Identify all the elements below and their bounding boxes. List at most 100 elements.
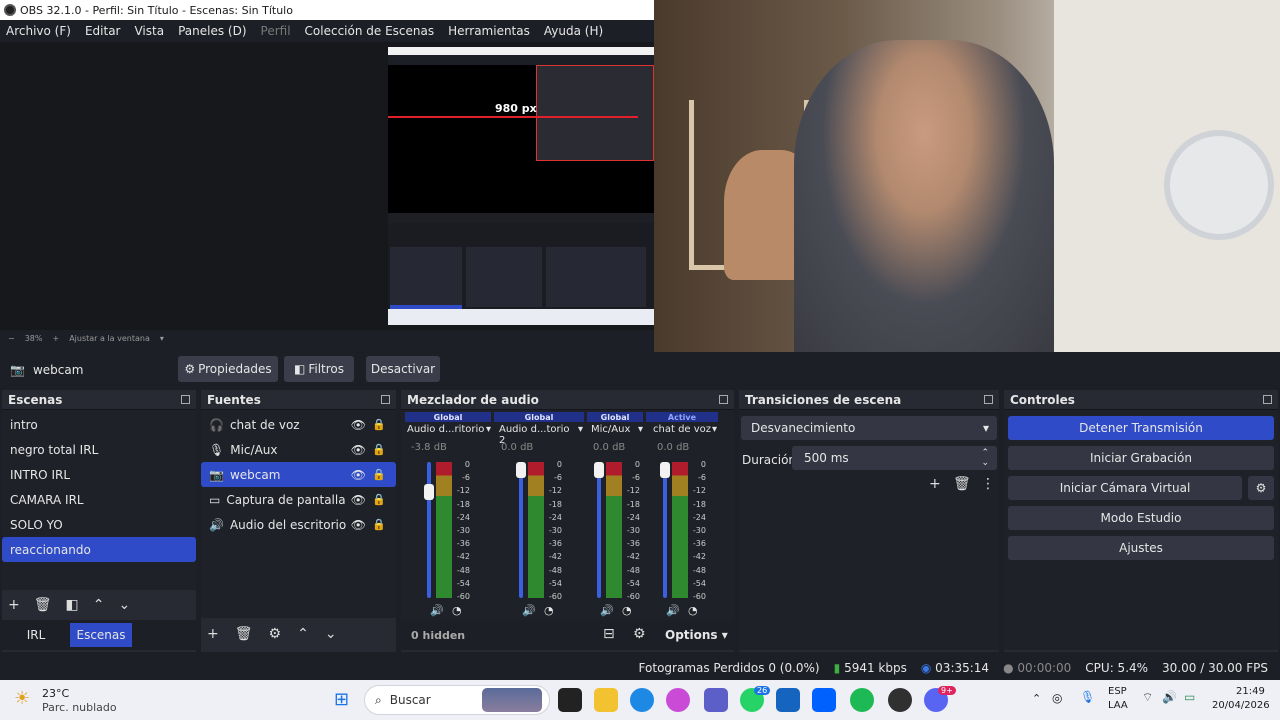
mute-icon[interactable]: 🔊 xyxy=(430,604,444,617)
spotify-icon[interactable] xyxy=(850,688,874,712)
clock-date[interactable]: 20/04/2026 xyxy=(1212,700,1270,711)
filters-button[interactable]: ◧ Filtros xyxy=(284,356,354,382)
menu-perfil[interactable]: Perfil xyxy=(261,24,291,38)
source-item[interactable]: 🎙 Mic/Aux 👁 🔒 xyxy=(201,437,396,462)
weather-temp[interactable]: 23°C xyxy=(42,687,69,700)
mute-icon[interactable]: 🔊 xyxy=(666,604,680,617)
fader-handle[interactable] xyxy=(516,462,526,478)
spin-arrows-icon[interactable]: ⌃ ⌄ xyxy=(981,448,989,468)
battery-icon[interactable]: ▭ xyxy=(1184,690,1195,704)
trash-icon[interactable]: 🗑 xyxy=(953,476,971,492)
volume-fader[interactable] xyxy=(519,462,523,598)
scene-item[interactable]: SOLO YO xyxy=(2,512,196,537)
add-icon[interactable]: + xyxy=(929,476,941,492)
zoom-out-button[interactable]: − xyxy=(8,334,15,343)
windows-start-icon[interactable]: ⊞ xyxy=(334,689,349,710)
settings-button[interactable]: Ajustes xyxy=(1008,536,1274,560)
fader-handle[interactable] xyxy=(424,484,434,500)
transition-select[interactable]: Desvanecimiento ▾ xyxy=(741,416,997,440)
gear-icon[interactable]: ⚙ xyxy=(1248,476,1274,500)
menu-ayuda[interactable]: Ayuda (H) xyxy=(544,24,603,38)
eye-icon[interactable]: 👁 xyxy=(351,468,366,482)
search-highlight-image[interactable] xyxy=(482,688,542,712)
eye-icon[interactable]: 👁 xyxy=(351,443,366,457)
advanced-audio-icon[interactable]: ⚙ xyxy=(633,626,646,642)
deactivate-button[interactable]: Desactivar xyxy=(366,356,440,382)
file-explorer-icon[interactable] xyxy=(594,688,618,712)
tab-escenas[interactable]: Escenas xyxy=(70,623,132,647)
eye-icon[interactable]: 👁 xyxy=(351,418,366,432)
language-layout[interactable]: LAA xyxy=(1108,700,1128,711)
eye-icon[interactable]: 👁 xyxy=(351,493,366,507)
zoom-fit-select[interactable]: Ajustar a la ventana xyxy=(69,334,150,343)
hidden-count[interactable]: 0 hidden xyxy=(411,629,465,642)
copilot-icon[interactable] xyxy=(666,688,690,712)
undock-icon[interactable] xyxy=(719,395,728,404)
lock-icon[interactable]: 🔒 xyxy=(372,468,386,481)
terminal-app-icon[interactable] xyxy=(558,688,582,712)
chevron-down-icon[interactable]: ⌄ xyxy=(325,626,337,642)
channel-name-select[interactable]: Mic/Aux ▾ xyxy=(591,424,643,435)
chevron-up-icon[interactable]: ⌃ xyxy=(297,626,309,642)
weather-desc[interactable]: Parc. nublado xyxy=(42,701,117,714)
dropbox-icon[interactable] xyxy=(812,688,836,712)
volume-fader[interactable] xyxy=(597,462,601,598)
undock-icon[interactable] xyxy=(381,395,390,404)
more-icon[interactable]: ⋮ xyxy=(981,476,995,492)
mic-icon[interactable]: 🎙 xyxy=(1080,690,1095,704)
add-icon[interactable]: + xyxy=(207,626,219,642)
volume-fader[interactable] xyxy=(427,462,431,598)
menu-archivo[interactable]: Archivo (F) xyxy=(6,24,71,38)
source-item[interactable]: 🎧 chat de voz 👁 🔒 xyxy=(201,412,396,437)
chevron-down-icon[interactable]: ⌄ xyxy=(118,597,130,613)
scene-item[interactable]: CAMARA IRL xyxy=(2,487,196,512)
menu-paneles[interactable]: Paneles (D) xyxy=(178,24,246,38)
lock-icon[interactable]: 🔒 xyxy=(372,418,386,431)
lock-icon[interactable]: 🔒 xyxy=(372,518,386,531)
menu-herramientas[interactable]: Herramientas xyxy=(448,24,530,38)
filter-icon[interactable]: ◧ xyxy=(66,597,79,613)
gear-icon[interactable]: ⚙ xyxy=(269,626,282,642)
undock-icon[interactable] xyxy=(1263,395,1272,404)
monitor-icon[interactable]: ◔ xyxy=(544,604,554,617)
source-item[interactable]: ▭ Captura de pantalla 👁 🔒 xyxy=(201,487,396,512)
zoom-in-button[interactable]: + xyxy=(52,334,59,343)
monitor-icon[interactable]: ◔ xyxy=(688,604,698,617)
layout-icon[interactable]: ⊟ xyxy=(603,626,615,642)
options-button[interactable]: Options ▾ xyxy=(665,628,728,642)
network-monitor-icon[interactable]: ◎ xyxy=(1052,691,1062,705)
menu-coleccion[interactable]: Colección de Escenas xyxy=(305,24,435,38)
edge-browser-icon[interactable] xyxy=(630,688,654,712)
menu-vista[interactable]: Vista xyxy=(134,24,164,38)
clock-time[interactable]: 21:49 xyxy=(1236,686,1265,697)
teams-icon[interactable] xyxy=(704,688,728,712)
monitor-icon[interactable]: ◔ xyxy=(452,604,462,617)
scene-item[interactable]: negro total IRL xyxy=(2,437,196,462)
tab-irl[interactable]: IRL xyxy=(8,623,64,647)
duration-spinbox[interactable]: 500 ms ⌃ ⌄ xyxy=(792,446,997,470)
source-item[interactable]: 🔊 Audio del escritorio 👁 🔒 xyxy=(201,512,396,537)
monitor-icon[interactable]: ◔ xyxy=(622,604,632,617)
stop-stream-button[interactable]: Detener Transmisión xyxy=(1008,416,1274,440)
menu-editar[interactable]: Editar xyxy=(85,24,121,38)
channel-name-select[interactable]: Audio d...ritorio ▾ xyxy=(407,424,491,435)
wifi-icon[interactable]: ⌔ xyxy=(1142,690,1153,705)
eye-icon[interactable]: 👁 xyxy=(351,518,366,532)
start-recording-button[interactable]: Iniciar Grabación xyxy=(1008,446,1274,470)
chevron-down-icon[interactable]: ▾ xyxy=(160,334,164,343)
add-icon[interactable]: + xyxy=(8,597,20,613)
fader-handle[interactable] xyxy=(594,462,604,478)
undock-icon[interactable] xyxy=(181,395,190,404)
source-item-selected[interactable]: 📷 webcam 👁 🔒 xyxy=(201,462,396,487)
trash-icon[interactable]: 🗑 xyxy=(34,597,52,613)
studio-mode-button[interactable]: Modo Estudio xyxy=(1008,506,1274,530)
lock-icon[interactable]: 🔒 xyxy=(372,493,386,506)
scene-item[interactable]: intro xyxy=(2,412,196,437)
properties-button[interactable]: ⚙ Propiedades xyxy=(178,356,278,382)
scene-item-selected[interactable]: reaccionando xyxy=(2,537,196,562)
volume-icon[interactable]: 🔊 xyxy=(1162,690,1177,704)
fader-handle[interactable] xyxy=(660,462,670,478)
chevron-up-icon[interactable]: ⌃ xyxy=(1032,692,1041,705)
obs-taskbar-icon[interactable] xyxy=(888,688,912,712)
weather-icon[interactable]: ☀ xyxy=(14,688,30,709)
